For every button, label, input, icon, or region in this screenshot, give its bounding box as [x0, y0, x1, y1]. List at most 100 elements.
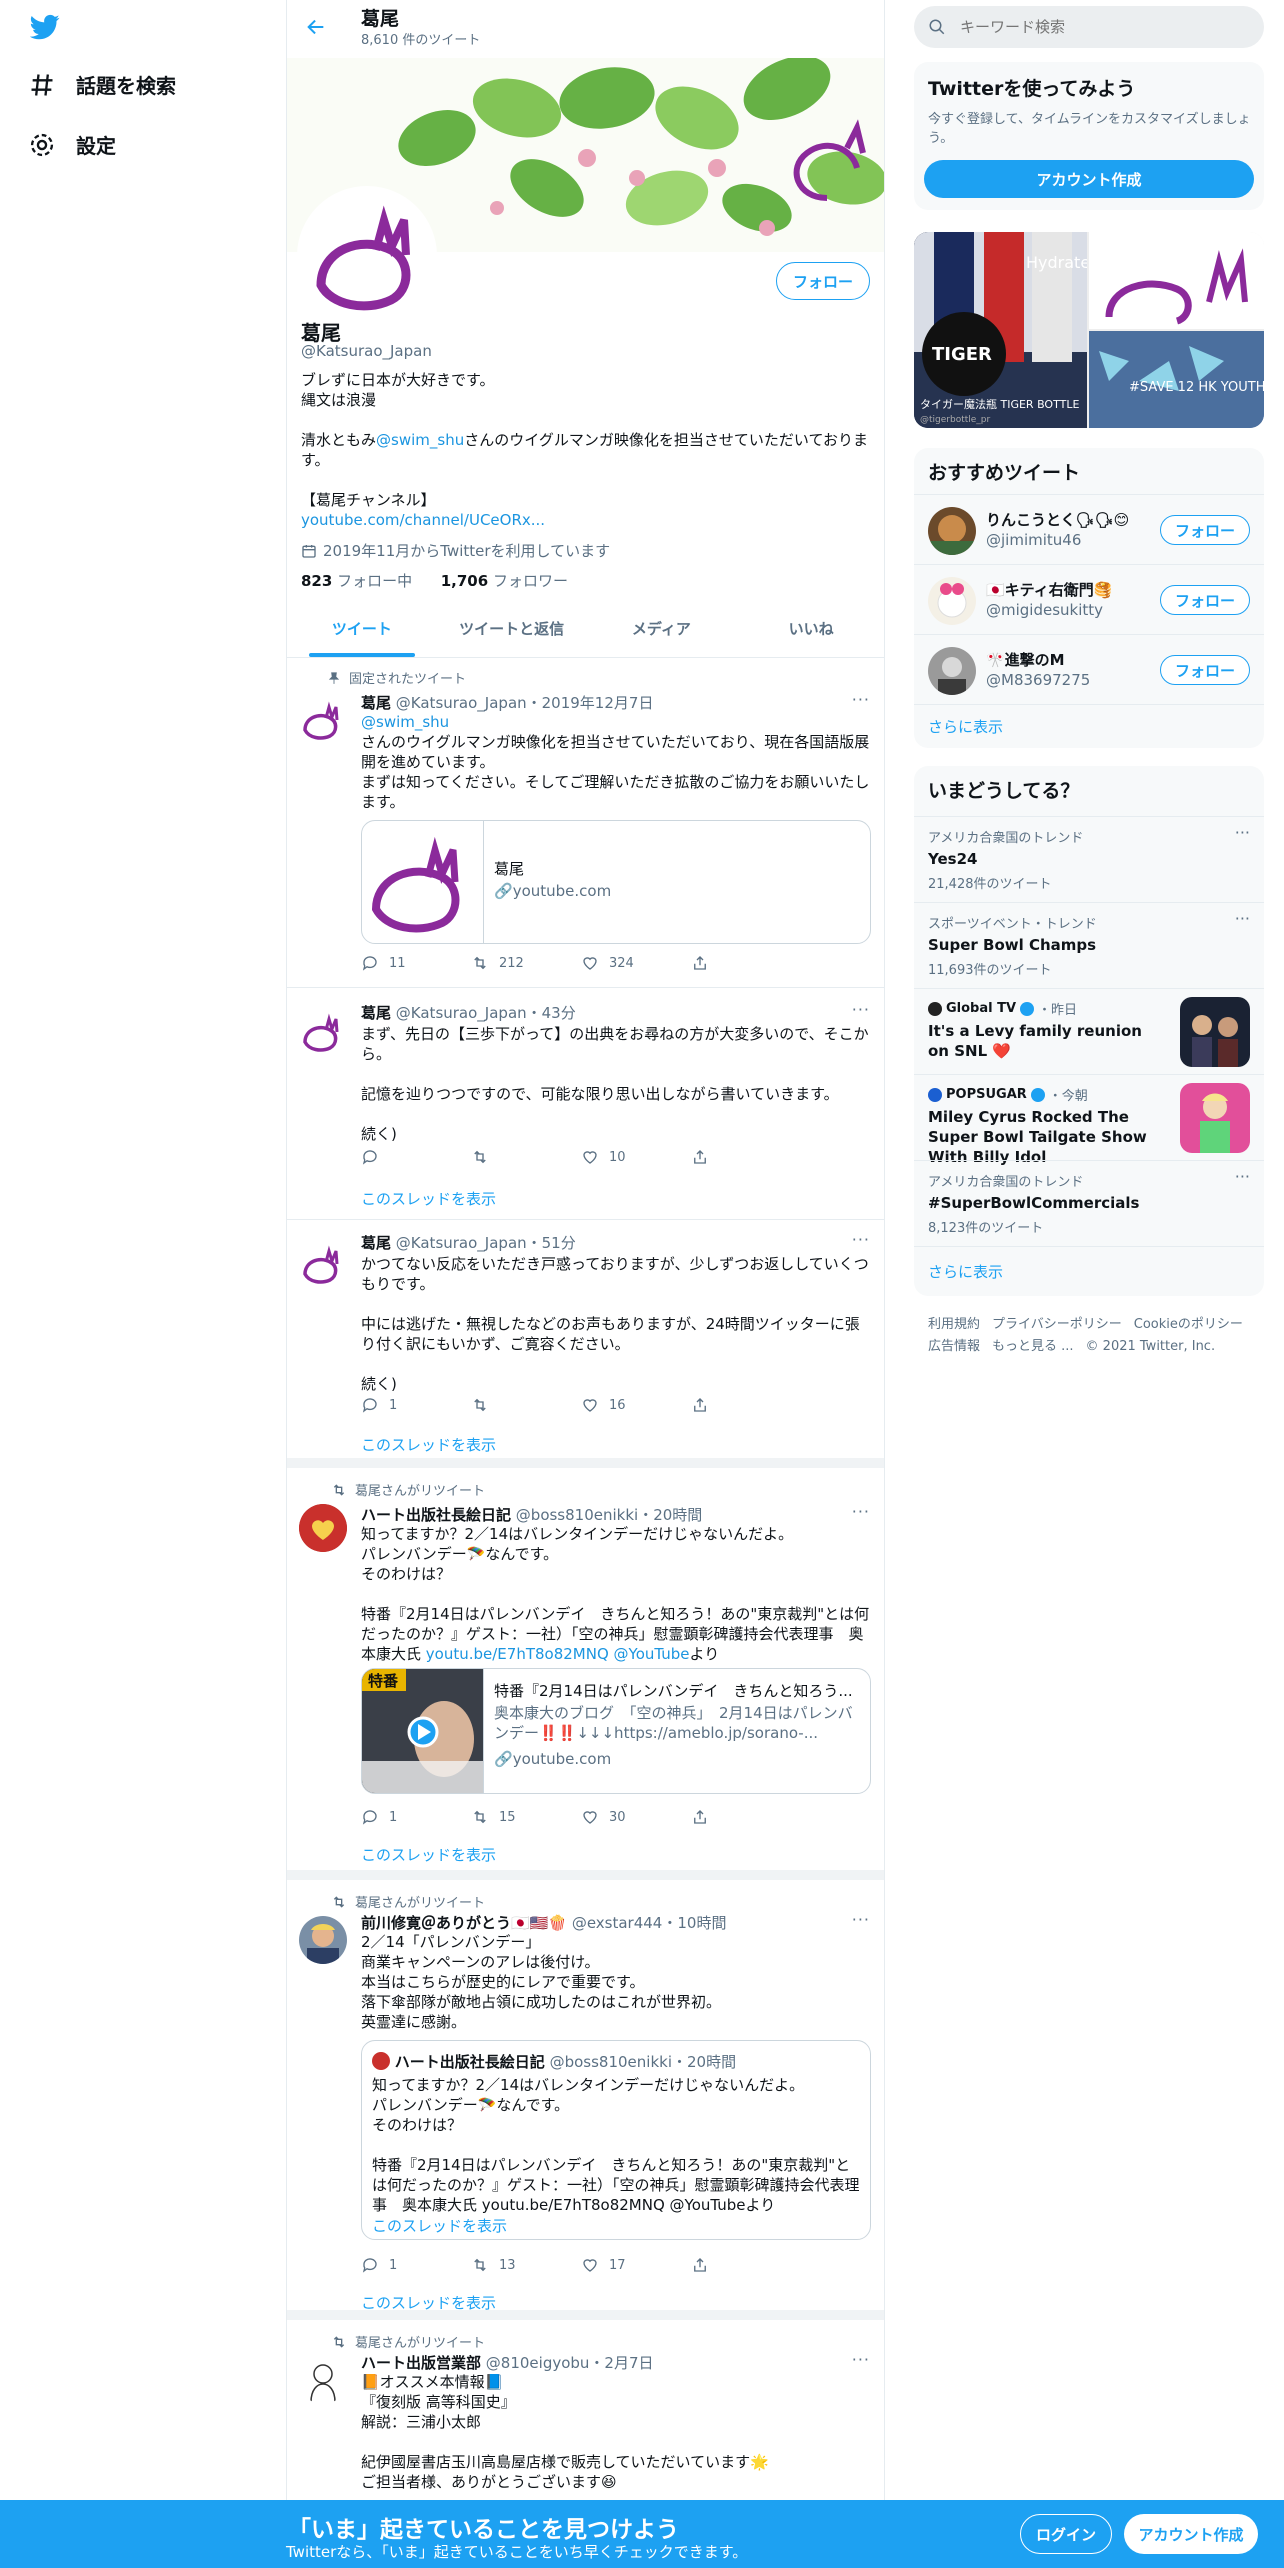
- reply-button[interactable]: 1: [361, 1808, 471, 1826]
- retweet-button[interactable]: 15: [471, 1808, 581, 1826]
- bottom-create-account-button[interactable]: アカウント作成: [1124, 2514, 1258, 2554]
- bio-channel-link[interactable]: youtube.com/channel/UCeORx...: [301, 511, 545, 529]
- tweet-author-name[interactable]: ハート出版営業部: [361, 2354, 481, 2372]
- recommended-follow-button[interactable]: フォロー: [1159, 655, 1250, 685]
- reply-button[interactable]: [361, 1148, 471, 1166]
- tweet-avatar[interactable]: [299, 1240, 347, 1288]
- tweet-avatar[interactable]: [299, 1504, 347, 1552]
- quote-show-thread[interactable]: このスレッドを表示: [372, 2215, 507, 2236]
- follow-button[interactable]: フォロー: [775, 262, 870, 300]
- more-options-icon[interactable]: ···: [852, 1910, 870, 1929]
- more-options-icon[interactable]: ···: [1235, 823, 1250, 842]
- share-button[interactable]: [691, 954, 801, 972]
- tweet-youtube-link[interactable]: youtu.be/E7hT8o82MNQ @YouTube: [426, 1645, 690, 1663]
- twitter-logo-icon[interactable]: [30, 12, 60, 42]
- more-options-icon[interactable]: ···: [852, 2350, 870, 2369]
- recommended-follow-button[interactable]: フォロー: [1159, 585, 1250, 615]
- footer-privacy[interactable]: プライバシーポリシー: [992, 1317, 1122, 1332]
- footer-terms[interactable]: 利用規約: [928, 1317, 980, 1332]
- followers-link[interactable]: 1,706 フォロワー: [441, 572, 568, 590]
- retweet-button[interactable]: 13: [471, 2256, 581, 2274]
- tweet-retweet[interactable]: 葛尾さんがリツイート ハート出版社長絵日記 @boss810enikki・20時…: [287, 1468, 884, 1880]
- more-options-icon[interactable]: ···: [1235, 909, 1250, 928]
- tweet-meta[interactable]: @Katsurao_Japan・43分: [396, 1004, 576, 1022]
- tweet-pinned[interactable]: 固定されたツイート 葛尾 @Katsurao_Japan・2019年12月7日 …: [287, 658, 884, 988]
- retweet-button[interactable]: 212: [471, 954, 581, 972]
- nav-settings[interactable]: 設定: [28, 130, 116, 159]
- reply-button[interactable]: 11: [361, 954, 471, 972]
- reply-button[interactable]: 1: [361, 1396, 471, 1414]
- tab-tweets[interactable]: ツイート: [287, 600, 437, 657]
- tweet-meta[interactable]: @boss810enikki・20時間: [516, 1506, 703, 1524]
- more-options-icon[interactable]: ···: [1235, 1167, 1250, 1186]
- media-hk-youth[interactable]: #SAVE 12 HK YOUTH: [1089, 331, 1264, 428]
- tweet-mention-link[interactable]: @swim_shu: [361, 713, 449, 731]
- show-thread-link[interactable]: このスレッドを表示: [361, 1844, 496, 1865]
- recommended-follow-button[interactable]: フォロー: [1159, 515, 1250, 545]
- tweet-author-name[interactable]: 葛尾: [361, 1234, 391, 1252]
- bio-mention-link[interactable]: @swim_shu: [376, 431, 464, 449]
- trend-item[interactable]: POPSUGAR ・今朝 Miley Cyrus Rocked The Super…: [914, 1074, 1264, 1166]
- show-thread-link[interactable]: このスレッドを表示: [361, 1188, 496, 1209]
- trend-item[interactable]: スポーツイベント・トレンド Super Bowl Champs 11,693件の…: [914, 902, 1264, 988]
- trend-item[interactable]: アメリカ合衆国のトレンド Yes24 21,428件のツイート ···: [914, 816, 1264, 902]
- nav-explore[interactable]: 話題を検索: [28, 70, 176, 99]
- tweet-avatar[interactable]: [299, 1916, 347, 1964]
- tweet-meta[interactable]: @810eigyobu・2月7日: [486, 2354, 654, 2372]
- reply-button[interactable]: 1: [361, 2256, 471, 2274]
- like-button[interactable]: 17: [581, 2256, 691, 2274]
- more-options-icon[interactable]: ···: [852, 1502, 870, 1521]
- like-button[interactable]: 10: [581, 1148, 691, 1166]
- media-fox-logo[interactable]: [1089, 232, 1264, 329]
- footer-more[interactable]: もっと見る ...: [992, 1339, 1074, 1354]
- tab-media[interactable]: メディア: [587, 600, 737, 657]
- tab-likes[interactable]: いいね: [736, 600, 884, 657]
- tweet-author-name[interactable]: 前川修寛＠ありがとう🇯🇵🇺🇸🍿: [361, 1914, 567, 1932]
- recommended-user[interactable]: 🎌進撃のM @M83697275 フォロー: [914, 634, 1264, 704]
- more-options-icon[interactable]: ···: [852, 1000, 870, 1019]
- back-arrow-icon[interactable]: [305, 16, 327, 38]
- tweet-author-name[interactable]: 葛尾: [361, 1004, 391, 1022]
- search-input[interactable]: [960, 18, 1230, 36]
- show-thread-link[interactable]: このスレッドを表示: [361, 2292, 496, 2313]
- recommended-user[interactable]: りんこうとく🗣🗣😊 @jimimitu46 フォロー: [914, 494, 1264, 564]
- tweet-author-name[interactable]: 葛尾: [361, 694, 391, 712]
- share-button[interactable]: [691, 1808, 801, 1826]
- share-button[interactable]: [691, 1396, 801, 1414]
- tweet-meta[interactable]: @Katsurao_Japan・51分: [396, 1234, 576, 1252]
- tweet-avatar[interactable]: [299, 1008, 347, 1056]
- like-button[interactable]: 324: [581, 954, 691, 972]
- share-button[interactable]: [691, 2256, 801, 2274]
- retweet-button[interactable]: [471, 1148, 581, 1166]
- recommended-user[interactable]: 🇯🇵キティ右衛門🥞 @migidesukitty フォロー: [914, 564, 1264, 634]
- tweet-avatar[interactable]: [299, 696, 347, 744]
- youtube-card[interactable]: 特番 特番『2月14日はパレンバンデイ きちんと知ろう... 奥本康大のブログ …: [361, 1668, 871, 1794]
- create-account-button[interactable]: アカウント作成: [924, 160, 1254, 198]
- more-options-icon[interactable]: ···: [852, 690, 870, 709]
- quoted-tweet[interactable]: ハート出版社長絵日記 @boss810enikki・20時間 知ってますか？2／…: [361, 2040, 871, 2240]
- profile-avatar[interactable]: [297, 186, 437, 326]
- trend-item[interactable]: アメリカ合衆国のトレンド #SuperBowlCommercials 8,123…: [914, 1160, 1264, 1246]
- more-options-icon[interactable]: ···: [852, 1230, 870, 1249]
- show-thread-link[interactable]: このスレッドを表示: [361, 1434, 496, 1455]
- like-button[interactable]: 30: [581, 1808, 691, 1826]
- share-button[interactable]: [691, 1148, 801, 1166]
- trend-item[interactable]: Global TV ・昨日 It's a Levy family reunion …: [914, 988, 1264, 1074]
- tweet-retweet[interactable]: 葛尾さんがリツイート 前川修寛＠ありがとう🇯🇵🇺🇸🍿 @exstar444・10…: [287, 1880, 884, 2320]
- like-button[interactable]: 16: [581, 1396, 691, 1414]
- following-link[interactable]: 823 フォロー中: [301, 572, 412, 590]
- tweet-item[interactable]: 葛尾 @Katsurao_Japan・51分 ··· かつてない反応をいただき戸…: [287, 1220, 884, 1468]
- trends-show-more[interactable]: さらに表示: [914, 1246, 1264, 1296]
- tweet-meta[interactable]: @exstar444・10時間: [572, 1914, 727, 1932]
- tweet-meta[interactable]: @Katsurao_Japan・2019年12月7日: [396, 694, 654, 712]
- link-card[interactable]: 葛尾 🔗youtube.com: [361, 820, 871, 944]
- tweet-item[interactable]: 葛尾 @Katsurao_Japan・43分 ··· まず、先日の【三歩下がって…: [287, 988, 884, 1220]
- retweet-button[interactable]: [471, 1396, 581, 1414]
- tweet-author-name[interactable]: ハート出版社長絵日記: [361, 1506, 511, 1524]
- media-tiger-bottle[interactable]: TIGER Hydrate タイガー魔法瓶 TIGER BOTTLE @tigerbo…: [914, 232, 1087, 428]
- tweet-avatar[interactable]: [299, 2356, 347, 2404]
- footer-ads[interactable]: 広告情報: [928, 1339, 980, 1354]
- tab-tweets-replies[interactable]: ツイートと返信: [437, 600, 587, 657]
- recommended-show-more[interactable]: さらに表示: [914, 704, 1264, 748]
- search-box[interactable]: [914, 6, 1264, 48]
